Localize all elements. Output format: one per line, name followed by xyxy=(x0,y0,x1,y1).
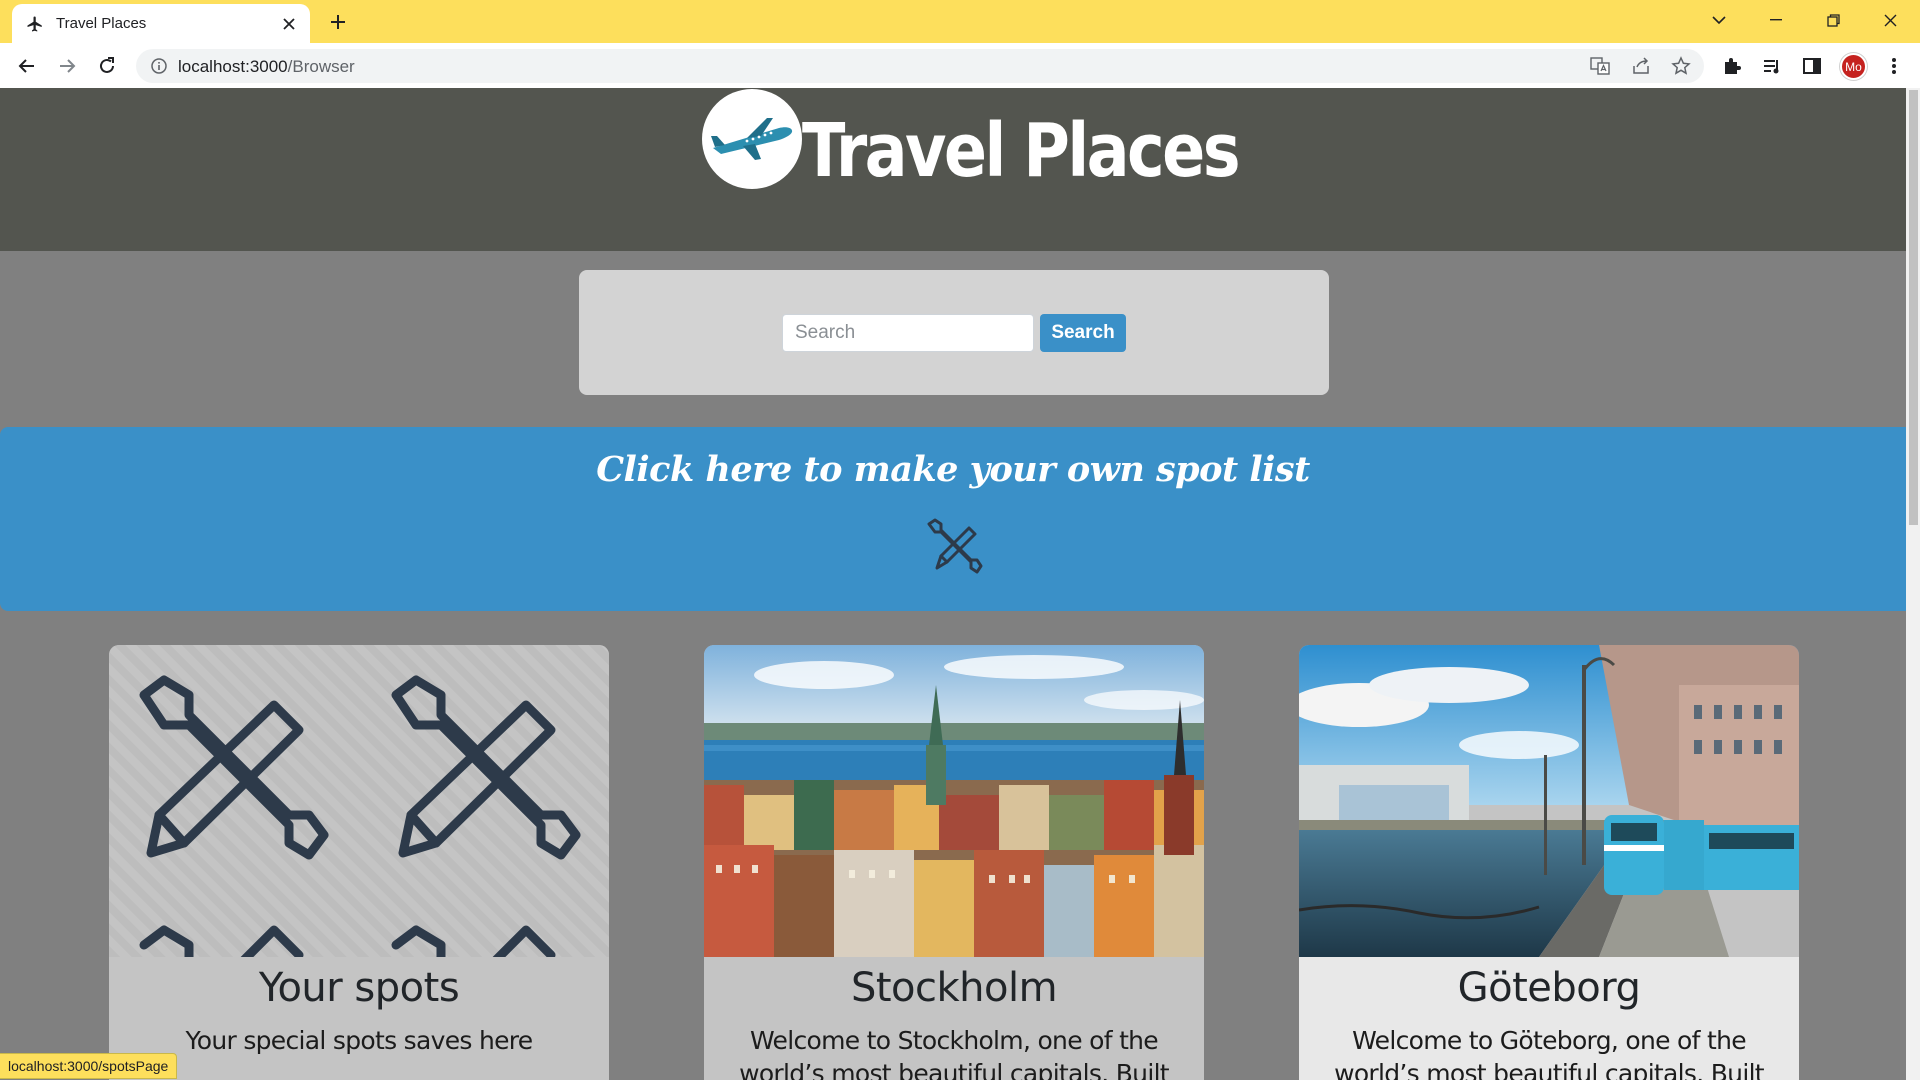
search-button[interactable]: Search xyxy=(1040,314,1126,352)
tools-pattern-image xyxy=(109,645,609,957)
kebab-menu-icon[interactable] xyxy=(1882,54,1906,78)
card-body: Your spots Your special spots saves here xyxy=(109,957,609,1080)
forward-button[interactable] xyxy=(53,52,81,80)
goteborg-photo xyxy=(1299,645,1799,957)
stockholm-photo xyxy=(704,645,1204,957)
site-title: Travel Places xyxy=(802,108,1241,194)
card-your-spots[interactable]: Your spots Your special spots saves here xyxy=(109,645,609,1080)
card-title: Göteborg xyxy=(1457,965,1641,1011)
card-body: Stockholm Welcome to Stockholm, one of t… xyxy=(704,957,1204,1080)
tab-title: Travel Places xyxy=(56,15,147,32)
minimize-button[interactable] xyxy=(1754,6,1798,34)
media-control-icon[interactable] xyxy=(1760,54,1784,78)
browser-tab[interactable]: Travel Places xyxy=(12,4,310,43)
browser-toolbar: localhost:3000/Browser Mo xyxy=(0,43,1920,88)
reload-button[interactable] xyxy=(93,52,121,80)
cta-text: Click here to make your own spot list xyxy=(596,449,1310,490)
close-window-button[interactable] xyxy=(1868,6,1912,34)
translate-icon[interactable] xyxy=(1590,56,1610,76)
card-text: Welcome to Stockholm, one of the world’s… xyxy=(739,1026,1170,1080)
make-spot-list-banner[interactable]: Click here to make your own spot list xyxy=(0,427,1906,611)
search-panel: Search xyxy=(579,270,1329,395)
back-button[interactable] xyxy=(13,52,41,80)
tools-icon xyxy=(925,516,985,576)
side-panel-icon[interactable] xyxy=(1800,54,1824,78)
card-body: Göteborg Welcome to Göteborg, one of the… xyxy=(1299,957,1799,1080)
card-title: Your spots xyxy=(258,965,460,1011)
bookmark-star-icon[interactable] xyxy=(1671,56,1691,76)
restore-button[interactable] xyxy=(1811,6,1855,34)
scrollbar-thumb[interactable] xyxy=(1909,90,1918,525)
new-tab-button[interactable] xyxy=(326,10,350,34)
url-path: /Browser xyxy=(287,57,355,76)
extensions-puzzle-icon[interactable] xyxy=(1720,54,1744,78)
card-text: Your special spots saves here xyxy=(185,1026,534,1055)
url-text: localhost:3000/Browser xyxy=(178,57,355,77)
profile-avatar[interactable]: Mo xyxy=(1840,53,1867,80)
card-text: Welcome to Göteborg, one of the world’s … xyxy=(1334,1026,1765,1080)
search-input[interactable] xyxy=(782,314,1034,352)
share-icon[interactable] xyxy=(1631,56,1651,76)
address-bar[interactable]: localhost:3000/Browser xyxy=(136,49,1704,83)
card-stockholm[interactable]: Stockholm Welcome to Stockholm, one of t… xyxy=(704,645,1204,1080)
card-title: Stockholm xyxy=(850,965,1058,1011)
page-viewport: Travel Places Search Click here to make … xyxy=(0,88,1906,1080)
site-info-icon[interactable] xyxy=(150,57,168,75)
airplane-icon xyxy=(24,13,46,35)
card-goteborg[interactable]: Göteborg Welcome to Göteborg, one of the… xyxy=(1299,645,1799,1080)
tab-strip: Travel Places xyxy=(0,0,1920,43)
close-tab-icon[interactable] xyxy=(278,13,300,35)
tab-search-icon[interactable] xyxy=(1697,6,1741,34)
page-scrollbar[interactable] xyxy=(1906,88,1920,1080)
url-host: localhost:3000 xyxy=(178,57,288,76)
link-status-bubble: localhost:3000/spotsPage xyxy=(0,1053,178,1079)
site-header: Travel Places xyxy=(0,88,1906,251)
airplane-logo-icon xyxy=(702,89,802,189)
